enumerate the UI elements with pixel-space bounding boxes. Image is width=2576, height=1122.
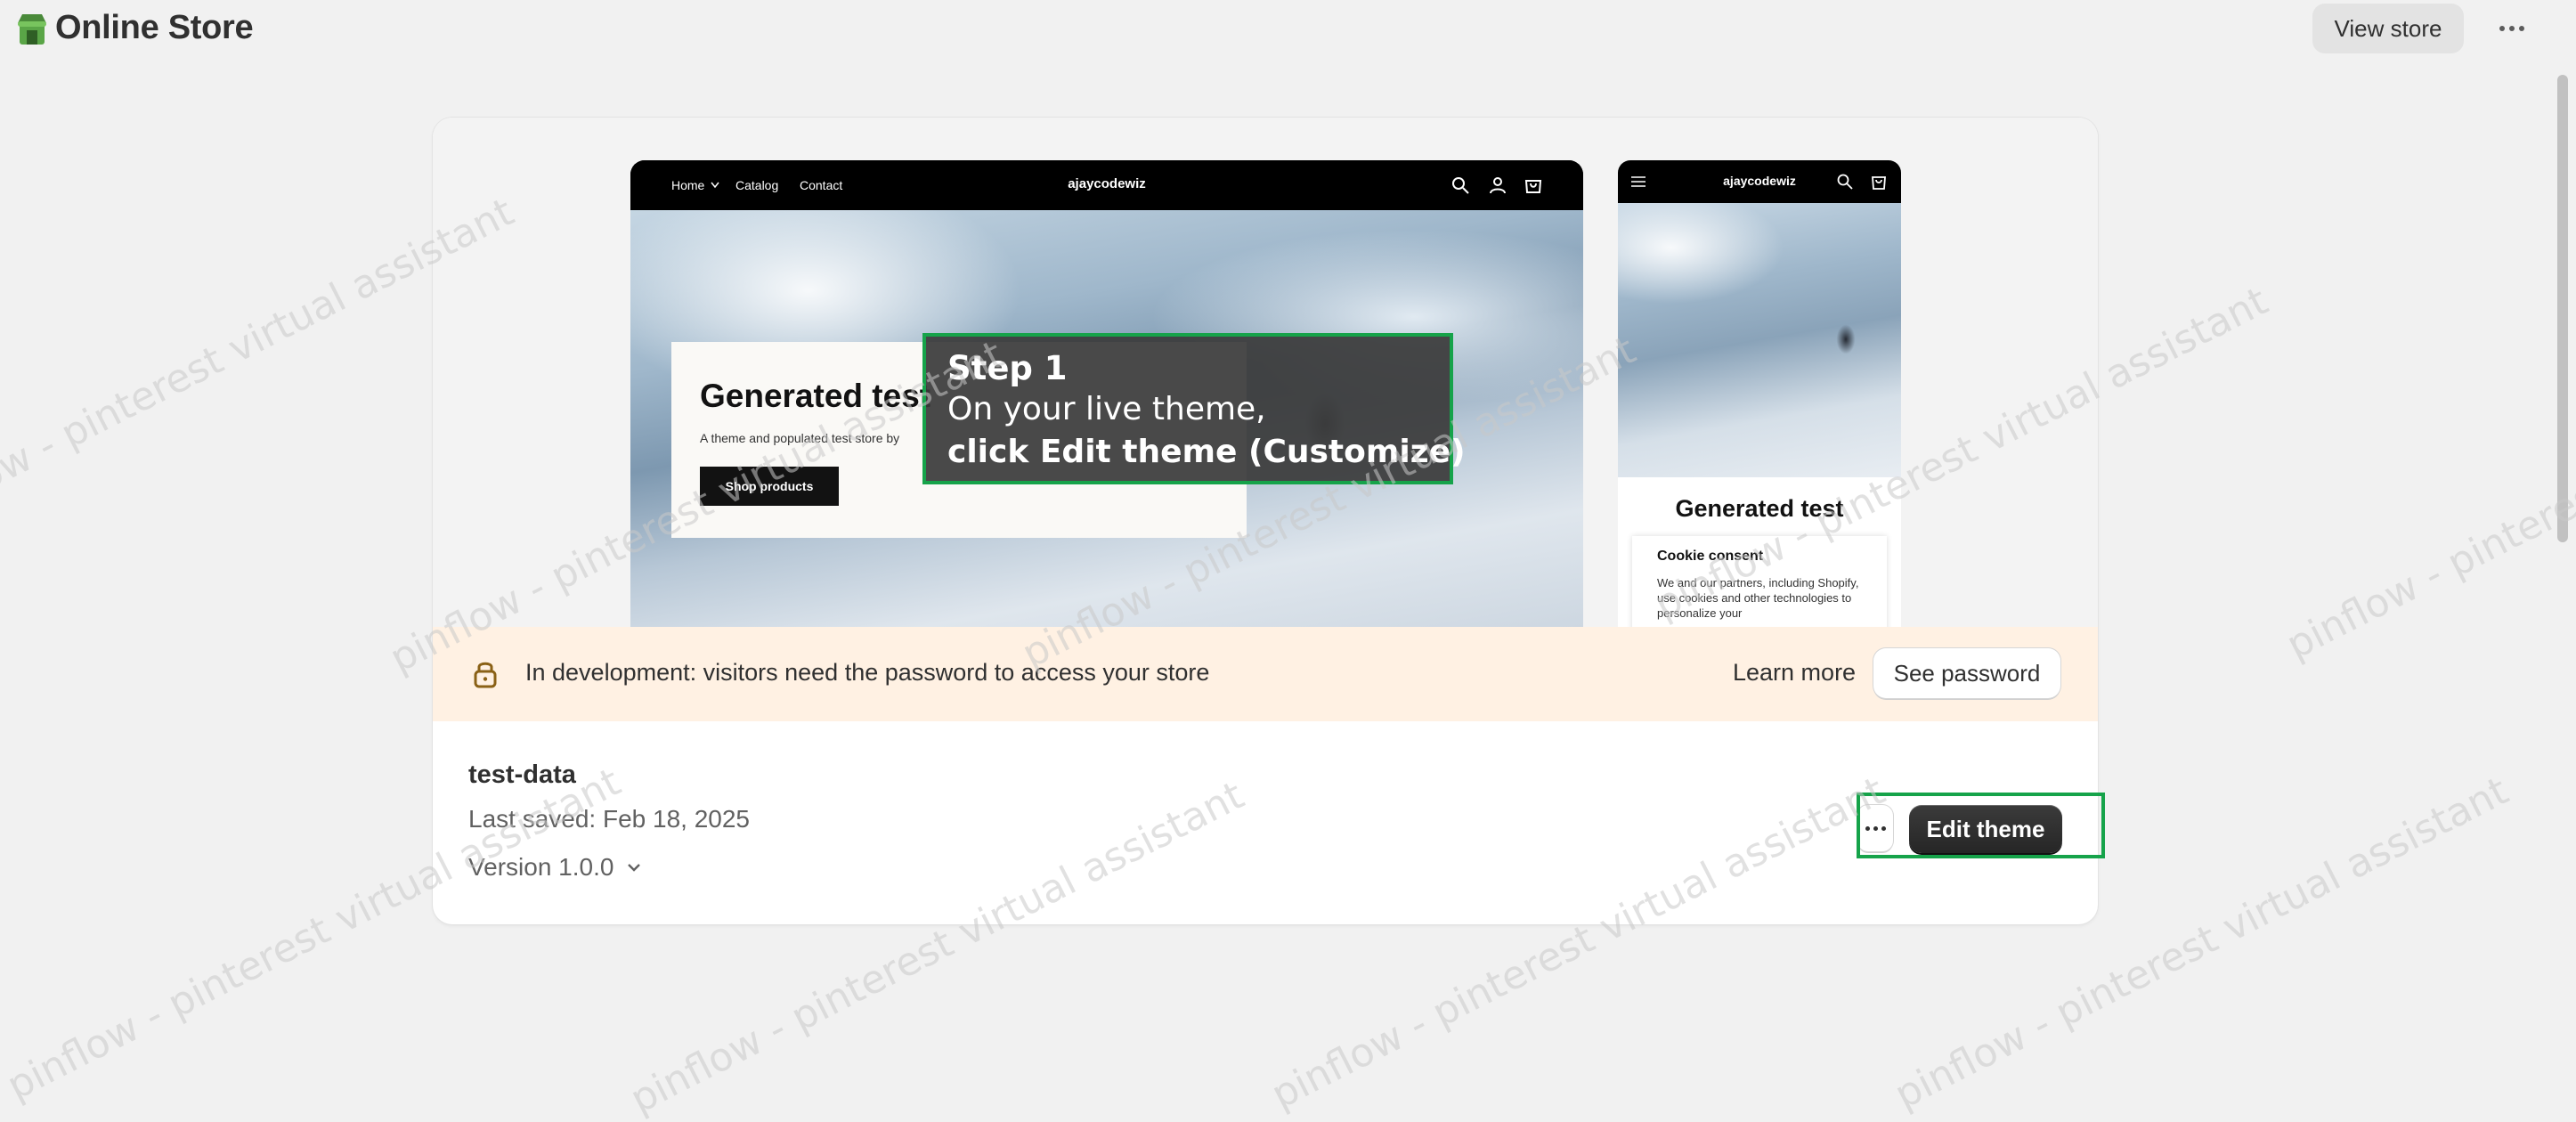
page-title: Online Store [55,9,254,46]
chevron-down-icon [628,864,641,872]
preview-hero-subtitle: A theme and populated test store by [700,431,900,445]
top-bar: Online Store View store [0,0,2576,59]
more-actions-icon[interactable] [2490,11,2534,46]
tutorial-step-line-1: On your live theme, [947,391,1266,427]
tutorial-step-callout: Step 1 On your live theme, click Edit th… [922,333,1466,484]
see-password-button[interactable]: See password [1873,648,2060,698]
theme-version-selector[interactable]: Version 1.0.0 [468,853,644,882]
view-store-button[interactable]: View store [2312,4,2464,53]
skier-figure [1828,317,1864,362]
mobile-preview-hero-title: Generated test [1675,495,1844,522]
watermark: pinflow - pinterest virtual assistant [2279,319,2576,669]
tutorial-step-line-2: click Edit theme (Customize) [947,434,1466,470]
theme-last-saved: Last saved: Feb 18, 2025 [468,805,750,833]
cart-icon [1872,176,1886,190]
online-store-icon [18,14,46,45]
preview-header: Home Catalog Contact ajaycodewiz [630,160,1583,210]
edit-theme-highlight [1857,793,2105,858]
development-banner-text: In development: visitors need the passwo… [525,659,1210,686]
mobile-preview-hero-image [1618,203,1901,477]
cart-icon [1524,180,1542,193]
preview-shop-products-button: Shop products [700,467,839,506]
tutorial-step-title: Step 1 [947,349,1068,387]
search-icon [1452,177,1469,194]
current-theme-card: Home Catalog Contact ajaycodewiz Generat… [433,118,2098,924]
scrollbar-thumb[interactable] [2557,75,2568,542]
preview-brand: ajaycodewiz [1068,176,1146,191]
development-banner: In development: visitors need the passwo… [433,627,2098,721]
preview-hero-title: Generated test [700,378,931,414]
mobile-preview[interactable]: ajaycodewiz Generated test Cookie consen… [1618,160,1901,627]
theme-name: test-data [468,760,576,789]
cookie-consent-title: Cookie consent [1657,549,1764,564]
lock-icon [474,662,497,688]
theme-version-label: Version 1.0.0 [468,853,614,881]
account-icon [1490,177,1506,194]
cookie-consent-body: We and our partners, including Shopify, … [1657,576,1859,620]
search-icon [1837,174,1853,190]
cookie-consent-popup: Cookie consent We and our partners, incl… [1632,536,1887,627]
mobile-preview-brand: ajaycodewiz [1723,174,1796,188]
mobile-preview-header: ajaycodewiz [1618,160,1901,203]
learn-more-link[interactable]: Learn more [1733,659,1856,687]
